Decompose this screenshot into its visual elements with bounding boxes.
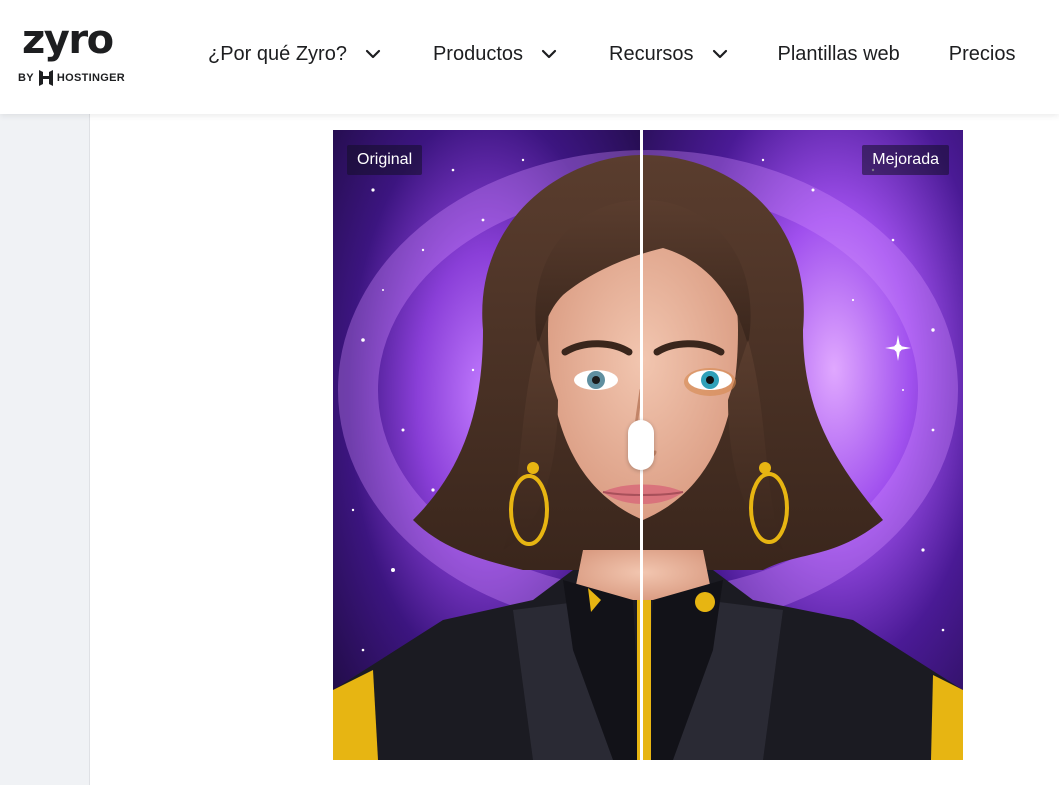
nav-products[interactable]: Productos	[433, 38, 557, 70]
before-after-comparison[interactable]: Original Mejorada	[333, 130, 963, 760]
nav-pricing[interactable]: Precios	[949, 38, 1016, 70]
logo-wordmark: zyro	[22, 17, 114, 63]
left-sidebar	[0, 114, 90, 785]
logo-by-text: BY	[18, 72, 34, 84]
zyro-logo[interactable]: zyro BY HOSTINGER	[18, 18, 128, 90]
chevron-down-icon	[541, 49, 557, 59]
logo-brand-text: HOSTINGER	[56, 72, 125, 84]
nav-templates-label: Plantillas web	[777, 43, 900, 65]
nav-resources-label: Recursos	[609, 43, 694, 65]
comparison-slider-handle[interactable]	[628, 420, 654, 470]
nav-resources[interactable]: Recursos	[609, 38, 727, 70]
enhanced-label: Mejorada	[862, 145, 949, 175]
nav-pricing-label: Precios	[948, 43, 1016, 65]
chevron-down-icon	[712, 49, 727, 59]
hostinger-icon	[38, 70, 53, 86]
main-nav: ¿Por qué Zyro? Productos Recursos Planti…	[208, 38, 1016, 70]
logo-byline: BY HOSTINGER	[18, 70, 125, 86]
nav-products-label: Productos	[432, 43, 524, 65]
site-header: zyro BY HOSTINGER ¿Por qué Zyro? Product…	[0, 0, 1059, 114]
nav-why-zyro[interactable]: ¿Por qué Zyro?	[208, 38, 381, 70]
chevron-down-icon	[365, 49, 381, 59]
nav-why-zyro-label: ¿Por qué Zyro?	[208, 43, 347, 65]
original-label: Original	[347, 145, 423, 175]
nav-templates[interactable]: Plantillas web	[778, 38, 900, 70]
